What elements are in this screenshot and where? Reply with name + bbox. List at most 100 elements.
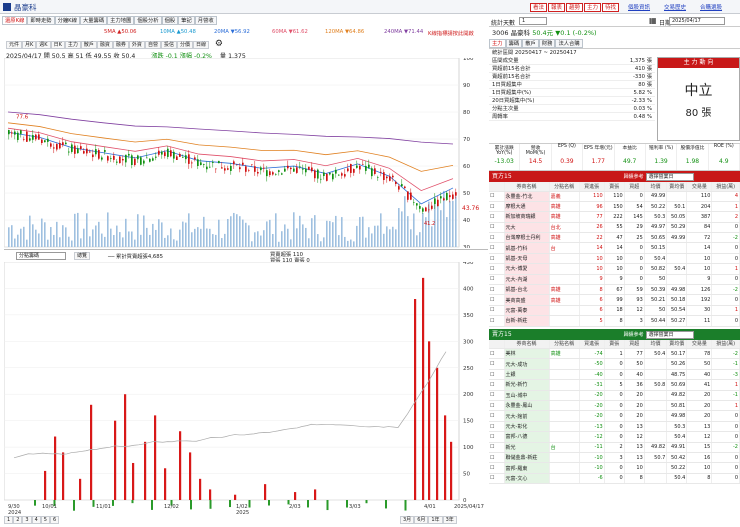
row-checkbox[interactable]: ☐	[489, 410, 505, 422]
row-checkbox[interactable]: ☐	[489, 400, 505, 412]
price-chart[interactable]: 100 90 80 70 60 50 40 30 77.6 41.2 43.76	[4, 58, 488, 248]
page-5[interactable]: 5	[40, 516, 50, 524]
tab-kline[interactable]: 還原K線	[2, 16, 28, 25]
table-row[interactable]: ☐ 台灣摩根士丹利 高雄 22 47 25 50.65 49.99 72 -2	[489, 232, 740, 244]
column-header[interactable]: 買進張	[579, 339, 605, 350]
period-1y[interactable]: 1年	[428, 516, 443, 524]
row-checkbox[interactable]: ☐	[489, 284, 505, 296]
row-checkbox[interactable]: ☐	[489, 253, 505, 265]
column-header[interactable]: 賣均價	[666, 339, 688, 350]
table-row[interactable]: ☐ 元大 台北 26 55 29 49.97 50.29 84 0	[489, 222, 740, 234]
column-header[interactable]: 賣張	[604, 182, 625, 192]
row-checkbox[interactable]: ☐	[489, 263, 505, 275]
row-checkbox[interactable]: ☐	[489, 431, 505, 443]
volume-chart[interactable]: 4504003503002502001501005009/30202410/01…	[4, 262, 488, 514]
tab-revenue[interactable]: 月營收	[194, 16, 217, 25]
tool-11[interactable]: 投信	[160, 41, 177, 49]
tool-12[interactable]: 分價	[176, 41, 193, 49]
sell-day-select[interactable]: 選擇營業日	[645, 330, 694, 339]
row-checkbox[interactable]: ☐	[489, 305, 505, 317]
table-row[interactable]: ☐ 富邦-羅東 -10 0 10 50.22 10 0	[489, 462, 740, 474]
column-header[interactable]: 買超	[624, 339, 645, 350]
column-header[interactable]: 買超	[624, 182, 645, 192]
overview-button[interactable]: 總覽	[74, 252, 91, 260]
page-4[interactable]: 4	[31, 516, 41, 524]
table-row[interactable]: ☐ 台新-新莊 5 8 3 50.44 50.27 11 0	[489, 315, 740, 327]
table-row[interactable]: ☐ 凱基-天母 10 10 0 50.4 10 0	[489, 253, 740, 265]
search-button[interactable]: 待找	[602, 3, 620, 12]
tool-3[interactable]: 週K	[36, 41, 51, 49]
table-row[interactable]: ☐ 元大-內湖 9 9 0 50 9 0	[489, 274, 740, 286]
date-select[interactable]: 2025/04/17	[669, 17, 725, 25]
table-row[interactable]: ☐ 凱基-台北 高雄 8 67 59 50.39 49.98 126 -2	[489, 284, 740, 296]
row-checkbox[interactable]: ☐	[489, 274, 505, 286]
report-button[interactable]: 報表	[548, 3, 566, 12]
tool-13[interactable]: 日線	[192, 41, 209, 49]
row-checkbox[interactable]: ☐	[489, 211, 505, 223]
tab-stock[interactable]: 個股	[161, 16, 179, 25]
row-checkbox[interactable]: ☐	[489, 442, 505, 454]
tab-minute[interactable]: 分鐘K線	[54, 16, 80, 25]
table-row[interactable]: ☐ 元大-博愛 10 10 0 50.82 50.4 10 1	[489, 263, 740, 275]
table-row[interactable]: ☐ 永豐金-竹北 嘉義 110 110 0 49.99 110 4	[489, 191, 740, 202]
table-row[interactable]: ☐ 永豐金-鳳山 -20 0 20 50.81 20 1	[489, 400, 740, 412]
tab-analysis[interactable]: 個股分析	[134, 16, 162, 25]
table-row[interactable]: ☐ 元富-文心 -6 0 8 50.4 8 0	[489, 473, 740, 485]
calendar-icon[interactable]: ▦	[649, 16, 657, 25]
tool-1[interactable]: 元件	[6, 41, 23, 49]
row-checkbox[interactable]: ☐	[489, 462, 505, 474]
row-checkbox[interactable]: ☐	[489, 232, 505, 244]
row-checkbox[interactable]: ☐	[489, 348, 505, 360]
row-checkbox[interactable]: ☐	[489, 379, 505, 391]
history-link[interactable]: 交易歷史	[664, 3, 686, 11]
screen-link[interactable]: 合購選股	[700, 3, 722, 11]
table-row[interactable]: ☐ 元大-彰化 -13 0 13 50.3 13 0	[489, 421, 740, 433]
column-header[interactable]: 損益(萬)	[711, 339, 740, 350]
row-checkbox[interactable]: ☐	[489, 242, 505, 254]
view-button[interactable]: 看法	[530, 3, 548, 12]
column-header[interactable]: 賣張	[604, 339, 625, 350]
row-checkbox[interactable]: ☐	[489, 452, 505, 464]
table-row[interactable]: ☐ 摩根大通 高雄 96 150 54 50.22 50.1 204 1	[489, 201, 740, 213]
row-checkbox[interactable]: ☐	[489, 191, 505, 202]
tool-2[interactable]: 月K	[22, 41, 37, 49]
column-header[interactable]: 券商名稱	[504, 339, 550, 350]
table-row[interactable]: ☐ 聯儲金鼎-新莊 -10 3 13 50.7 50.42 16 0	[489, 452, 740, 464]
period-3y[interactable]: 3年	[442, 516, 457, 524]
row-checkbox[interactable]: ☐	[489, 421, 505, 433]
row-checkbox[interactable]: ☐	[489, 294, 505, 306]
tool-9[interactable]: 外資	[128, 41, 145, 49]
table-row[interactable]: ☐ 土銀 -40 0 40 48.75 40 -3	[489, 369, 740, 381]
row-checkbox[interactable]: ☐	[489, 473, 505, 485]
table-row[interactable]: ☐ 玉山-城中 -20 0 20 49.82 20 -1	[489, 390, 740, 402]
table-row[interactable]: ☐ 新光-新竹 -31 5 36 50.8 50.69 41 1	[489, 379, 740, 391]
tab-volume[interactable]: 大量籌碼	[79, 16, 108, 25]
table-row[interactable]: ☐ 富邦-八德 -12 0 12 50.4 12 0	[489, 431, 740, 443]
tool-5[interactable]: 主力	[64, 41, 81, 49]
days-select[interactable]: 1	[519, 17, 547, 25]
settings-gear-icon[interactable]: ⚙	[215, 39, 223, 49]
buy-day-select[interactable]: 選擇營業日	[645, 173, 694, 181]
column-header[interactable]: 交易量	[686, 339, 713, 350]
period-3m[interactable]: 3月	[400, 516, 415, 524]
column-header[interactable]: 損益(萬)	[711, 182, 740, 192]
tool-8[interactable]: 融券	[112, 41, 129, 49]
table-row[interactable]: ☐ 美林 高雄 -74 1 77 50.4 50.17 78 -2	[489, 348, 740, 360]
page-2[interactable]: 2	[13, 516, 23, 524]
table-row[interactable]: ☐ 凱基-竹科台 14 14 0 50.15 14 0	[489, 242, 740, 254]
tool-4[interactable]: 日K	[50, 41, 65, 49]
table-row[interactable]: ☐ 元大-成功 -50 0 50 50.26 50 -1	[489, 358, 740, 370]
column-header[interactable]: 均價	[644, 182, 668, 192]
column-header[interactable]: 買進張	[579, 182, 605, 192]
row-checkbox[interactable]: ☐	[489, 358, 505, 370]
table-row[interactable]: ☐ 新光台 -11 2 13 49.82 49.91 15 -2	[489, 442, 740, 454]
row-checkbox[interactable]: ☐	[489, 315, 505, 327]
column-header[interactable]: 均價	[644, 339, 668, 350]
indicator-note[interactable]: K線指標請按此開啟	[428, 29, 474, 37]
row-checkbox[interactable]: ☐	[489, 201, 505, 213]
tab-mainforce[interactable]: 主力	[489, 39, 506, 48]
table-row[interactable]: ☐ 元大-館前 -20 0 20 49.98 20 0	[489, 410, 740, 422]
tab-finance[interactable]: 財務	[538, 39, 556, 48]
page-1[interactable]: 1	[4, 516, 14, 524]
table-row[interactable]: ☐ 新加坡商瑞銀 高雄 77 222 145 50.3 50.05 387 2	[489, 211, 740, 223]
